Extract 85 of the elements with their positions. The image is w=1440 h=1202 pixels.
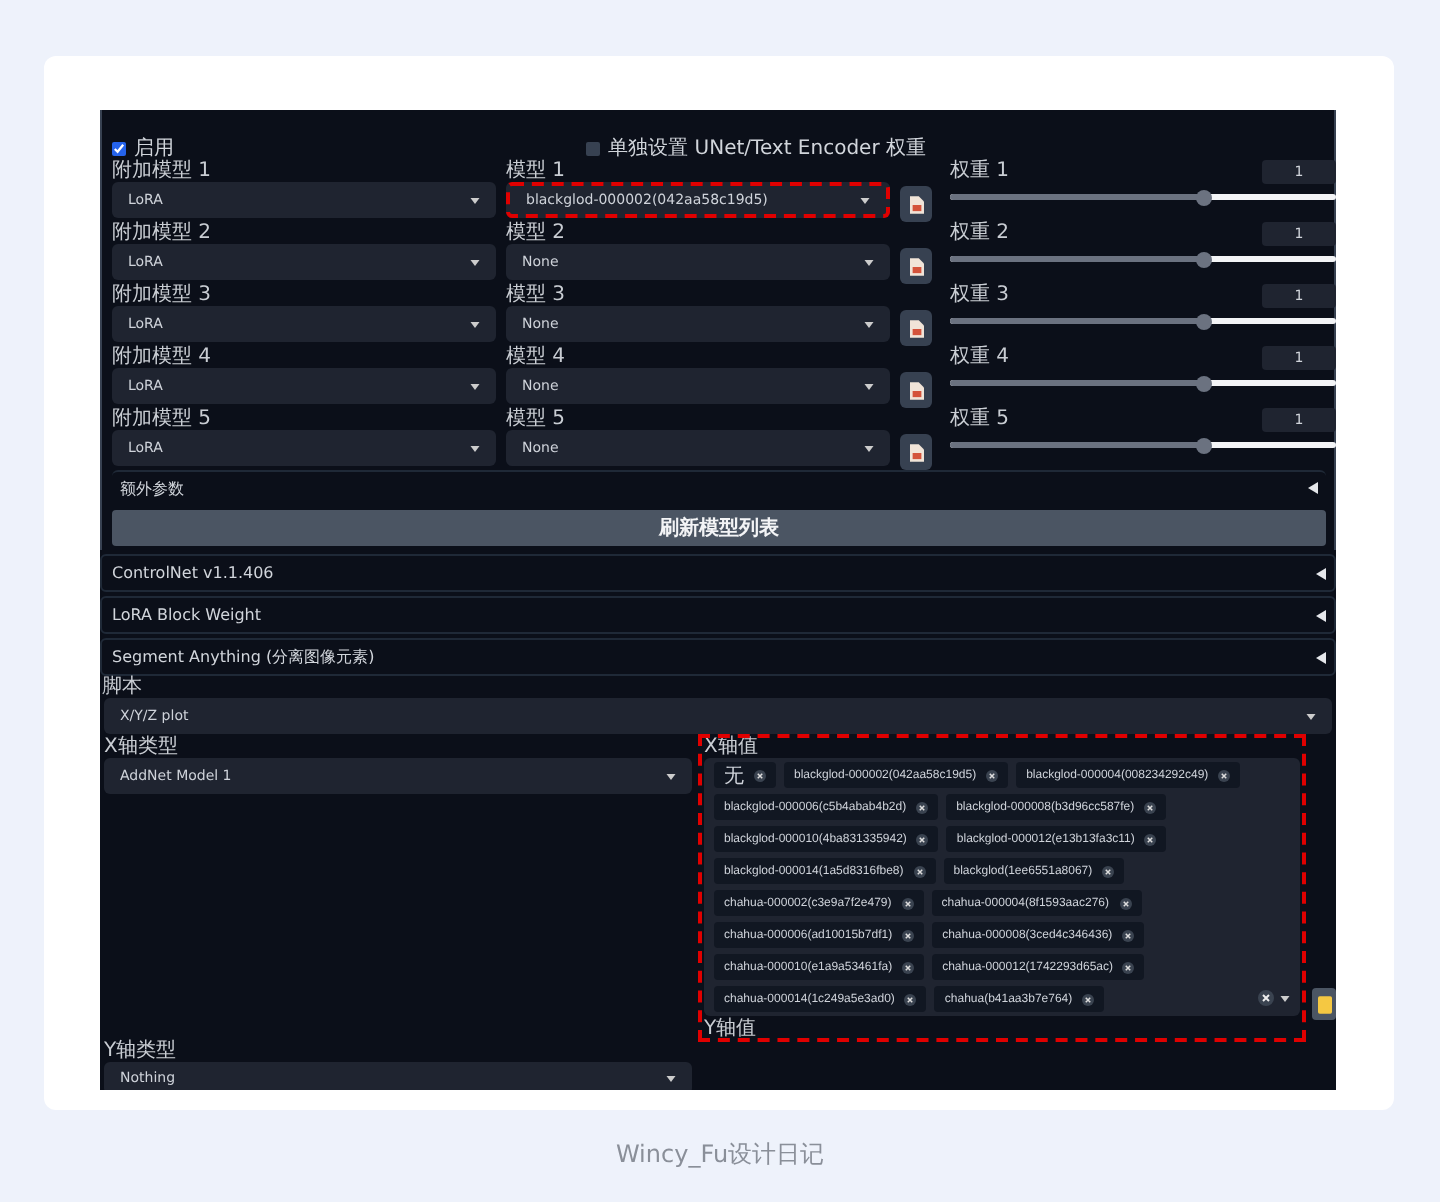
note-icon [1317, 995, 1331, 1013]
caret-icon [470, 197, 480, 203]
caret-icon [470, 321, 480, 327]
field-label: 权重 2 [950, 222, 1010, 244]
weight-slider[interactable] [950, 318, 1336, 324]
separate-weights-checkbox[interactable]: 单独设置 UNet/Text Encoder 权重 [586, 138, 926, 160]
document-icon [909, 257, 923, 275]
caret-icon [1306, 713, 1316, 719]
remove-icon[interactable] [1102, 865, 1115, 877]
collapse-icon [1316, 609, 1326, 621]
collapse-icon [1316, 651, 1326, 663]
clear-icon[interactable] [1258, 990, 1274, 1006]
caret-icon [864, 383, 874, 389]
info-button[interactable] [900, 248, 932, 284]
field-label: X轴值 [704, 736, 760, 758]
caret-icon [470, 445, 480, 451]
field-label: 附加模型 3 [112, 284, 214, 306]
field-label: 附加模型 2 [112, 222, 214, 244]
paste-button[interactable] [1312, 988, 1336, 1020]
caret-icon [666, 1075, 676, 1081]
weight-slider[interactable] [950, 442, 1336, 448]
weight-slider[interactable] [950, 256, 1336, 262]
enable-checkbox[interactable]: 启用 [112, 138, 174, 160]
info-button[interactable] [900, 372, 932, 408]
accordion-header[interactable]: Segment Anything (分离图像元素) [100, 638, 1336, 676]
caret-icon [470, 259, 480, 265]
collapse-icon [1308, 482, 1318, 494]
remove-icon[interactable] [1144, 833, 1157, 845]
field-label: 附加模型 5 [112, 408, 214, 430]
remove-icon[interactable] [1119, 897, 1131, 909]
caret-icon [864, 445, 874, 451]
caption: Wincy_Fu设计日记 [613, 1138, 827, 1172]
remove-icon[interactable] [901, 897, 914, 909]
weight-slider[interactable] [950, 194, 1336, 200]
remove-icon[interactable] [986, 769, 999, 781]
remove-icon[interactable] [916, 801, 929, 813]
caret-icon [1280, 995, 1290, 1001]
field-label: 模型 1 [506, 160, 568, 182]
remove-icon[interactable] [1144, 801, 1157, 813]
accordion-header[interactable]: 额外参数 [112, 470, 1326, 504]
remove-icon[interactable] [1122, 961, 1135, 973]
checkbox[interactable] [112, 142, 126, 156]
document-icon [909, 443, 923, 461]
field-label: 权重 1 [950, 160, 1010, 182]
collapse-icon [1316, 567, 1326, 579]
field-label: 模型 3 [506, 284, 568, 306]
field-label: 模型 2 [506, 222, 568, 244]
document-icon [909, 195, 923, 213]
document-icon [909, 381, 923, 399]
field-label: Y轴值 [704, 1018, 759, 1040]
remove-icon[interactable] [902, 961, 915, 973]
remove-icon[interactable] [904, 993, 917, 1005]
tag-chip[interactable]: 无 [714, 762, 776, 788]
weight-slider[interactable] [950, 380, 1336, 386]
field-label: 附加模型 1 [112, 160, 214, 182]
info-button[interactable] [900, 186, 932, 222]
field-label: Y轴类型 [104, 1040, 179, 1062]
caret-icon [864, 321, 874, 327]
document-icon [909, 319, 923, 337]
caret-icon [470, 383, 480, 389]
accordion-header[interactable]: ControlNet v1.1.406 [100, 554, 1336, 592]
caret-icon [864, 259, 874, 265]
field-label: 模型 4 [506, 346, 568, 368]
field-label: X轴类型 [104, 736, 180, 758]
remove-icon[interactable] [754, 769, 766, 781]
field-label: 权重 3 [950, 284, 1010, 306]
checkbox[interactable] [586, 142, 601, 156]
multiselect-field[interactable] [704, 758, 1300, 1016]
remove-icon[interactable] [1082, 993, 1095, 1005]
remove-icon[interactable] [1218, 769, 1231, 781]
accordion-header[interactable]: LoRA Block Weight [100, 596, 1336, 634]
field-label: 脚本 [100, 676, 144, 698]
info-button[interactable] [900, 310, 932, 346]
remove-icon[interactable] [916, 833, 929, 845]
remove-icon[interactable] [1122, 929, 1135, 941]
remove-icon[interactable] [902, 929, 915, 941]
caret-icon [666, 773, 676, 779]
field-label: 权重 4 [950, 346, 1010, 368]
info-button[interactable] [900, 434, 932, 470]
refresh-button[interactable]: 刷新模型列表 [112, 510, 1326, 546]
caret-icon [860, 197, 870, 203]
field-label: 附加模型 4 [112, 346, 214, 368]
field-label: 模型 5 [506, 408, 568, 430]
field-label: 权重 5 [950, 408, 1010, 430]
remove-icon[interactable] [913, 865, 926, 877]
